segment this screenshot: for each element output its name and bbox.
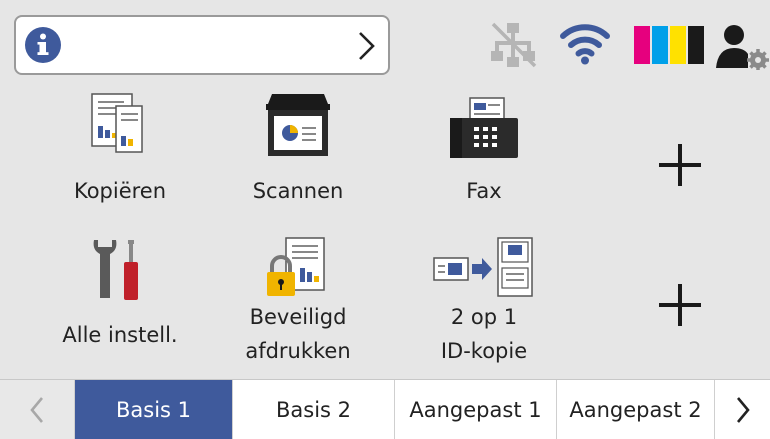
- tile-label: Alle instell.: [62, 323, 178, 347]
- add-shortcut-button[interactable]: [630, 270, 730, 340]
- tile-label: Scannen: [252, 179, 344, 203]
- scan-icon: [266, 94, 330, 156]
- tile-label: Kopiëren: [73, 179, 167, 203]
- tab-aangepast-1[interactable]: Aangepast 1: [395, 380, 557, 439]
- plus-icon: [659, 144, 701, 186]
- tab-basis-2[interactable]: Basis 2: [233, 380, 395, 439]
- tile-id-kopie[interactable]: 2 op 1 ID-kopie: [404, 230, 564, 370]
- wifi-icon: [560, 24, 610, 65]
- tab-prev-button[interactable]: [0, 380, 75, 439]
- fax-icon: [450, 97, 518, 158]
- tab-basis-1[interactable]: Basis 1: [75, 380, 233, 439]
- home-screen: Kopiëren Scannen Fax Alle instell. Bevei…: [0, 0, 770, 439]
- plus-icon: [659, 284, 701, 326]
- info-icon: [25, 27, 61, 63]
- tab-next-button[interactable]: [715, 380, 770, 439]
- secure-print-icon: [267, 237, 325, 296]
- wired-lan-disconnected-icon: [491, 22, 537, 68]
- settings-tools-icon: [93, 240, 138, 300]
- tile-beveiligd-afdrukken[interactable]: Beveiligd afdrukken: [218, 230, 378, 370]
- tile-kopieren[interactable]: Kopiëren: [40, 92, 200, 220]
- tile-label-line2: afdrukken: [245, 339, 351, 363]
- tile-scannen[interactable]: Scannen: [218, 92, 378, 220]
- ink-cartridges-icon: [634, 26, 704, 64]
- chevron-right-icon: [736, 397, 750, 423]
- tab-bar: Basis 1 Basis 2 Aangepast 1 Aangepast 2: [0, 379, 770, 439]
- id-copy-icon: [433, 237, 533, 297]
- chevron-left-icon: [30, 397, 43, 423]
- tile-alle-instellingen[interactable]: Alle instell.: [40, 230, 200, 370]
- add-shortcut-button[interactable]: [630, 130, 730, 200]
- user-settings-icon: [716, 25, 769, 70]
- tile-label: Fax: [466, 179, 502, 203]
- tile-label-line2: ID-kopie: [440, 339, 528, 363]
- tile-label-line1: Beveiligd: [249, 305, 347, 329]
- tile-fax[interactable]: Fax: [404, 92, 564, 220]
- info-bar[interactable]: [14, 15, 390, 75]
- tile-label-line1: 2 op 1: [450, 305, 518, 329]
- copy-icon: [91, 93, 143, 153]
- chevron-right-icon: [359, 32, 375, 60]
- tab-aangepast-2[interactable]: Aangepast 2: [557, 380, 715, 439]
